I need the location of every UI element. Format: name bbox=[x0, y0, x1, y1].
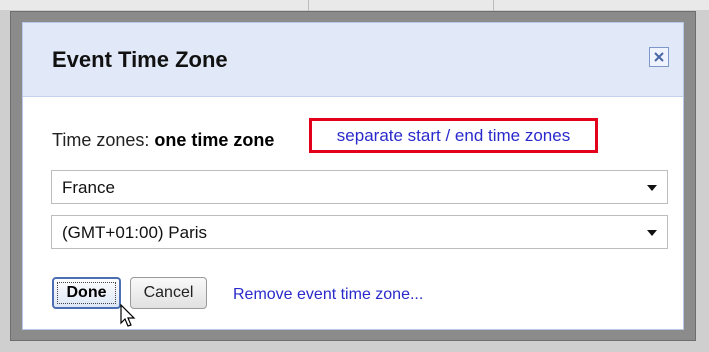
remove-time-zone-link[interactable]: Remove event time zone... bbox=[233, 286, 423, 304]
focus-ring bbox=[57, 282, 116, 304]
country-select-value: France bbox=[62, 178, 115, 197]
time-zones-label: Time zones: bbox=[52, 130, 150, 150]
done-button[interactable]: Done bbox=[52, 277, 121, 309]
dialog-header: Event Time Zone bbox=[23, 23, 683, 97]
timezone-select-value: (GMT+01:00) Paris bbox=[62, 223, 208, 242]
separate-time-zones-link[interactable]: separate start / end time zones bbox=[337, 126, 570, 146]
background-divider bbox=[493, 0, 494, 11]
close-icon bbox=[654, 52, 664, 62]
timezone-select[interactable]: (GMT+01:00) Paris bbox=[51, 215, 668, 249]
country-select[interactable]: France bbox=[51, 170, 668, 204]
cancel-label: Cancel bbox=[143, 284, 194, 301]
cancel-button[interactable]: Cancel bbox=[130, 277, 207, 309]
dialog-title: Event Time Zone bbox=[52, 47, 228, 72]
time-zones-row: Time zones: one time zone bbox=[52, 130, 274, 151]
mouse-pointer-icon bbox=[120, 304, 136, 327]
close-button[interactable] bbox=[649, 47, 669, 67]
chevron-down-icon bbox=[647, 185, 657, 191]
background-divider bbox=[308, 0, 309, 11]
event-time-zone-dialog: Event Time Zone Time zones: one time zon… bbox=[22, 22, 684, 330]
separate-time-zones-highlight: separate start / end time zones bbox=[309, 118, 598, 153]
chevron-down-icon bbox=[647, 230, 657, 236]
one-time-zone-option: one time zone bbox=[154, 130, 275, 150]
